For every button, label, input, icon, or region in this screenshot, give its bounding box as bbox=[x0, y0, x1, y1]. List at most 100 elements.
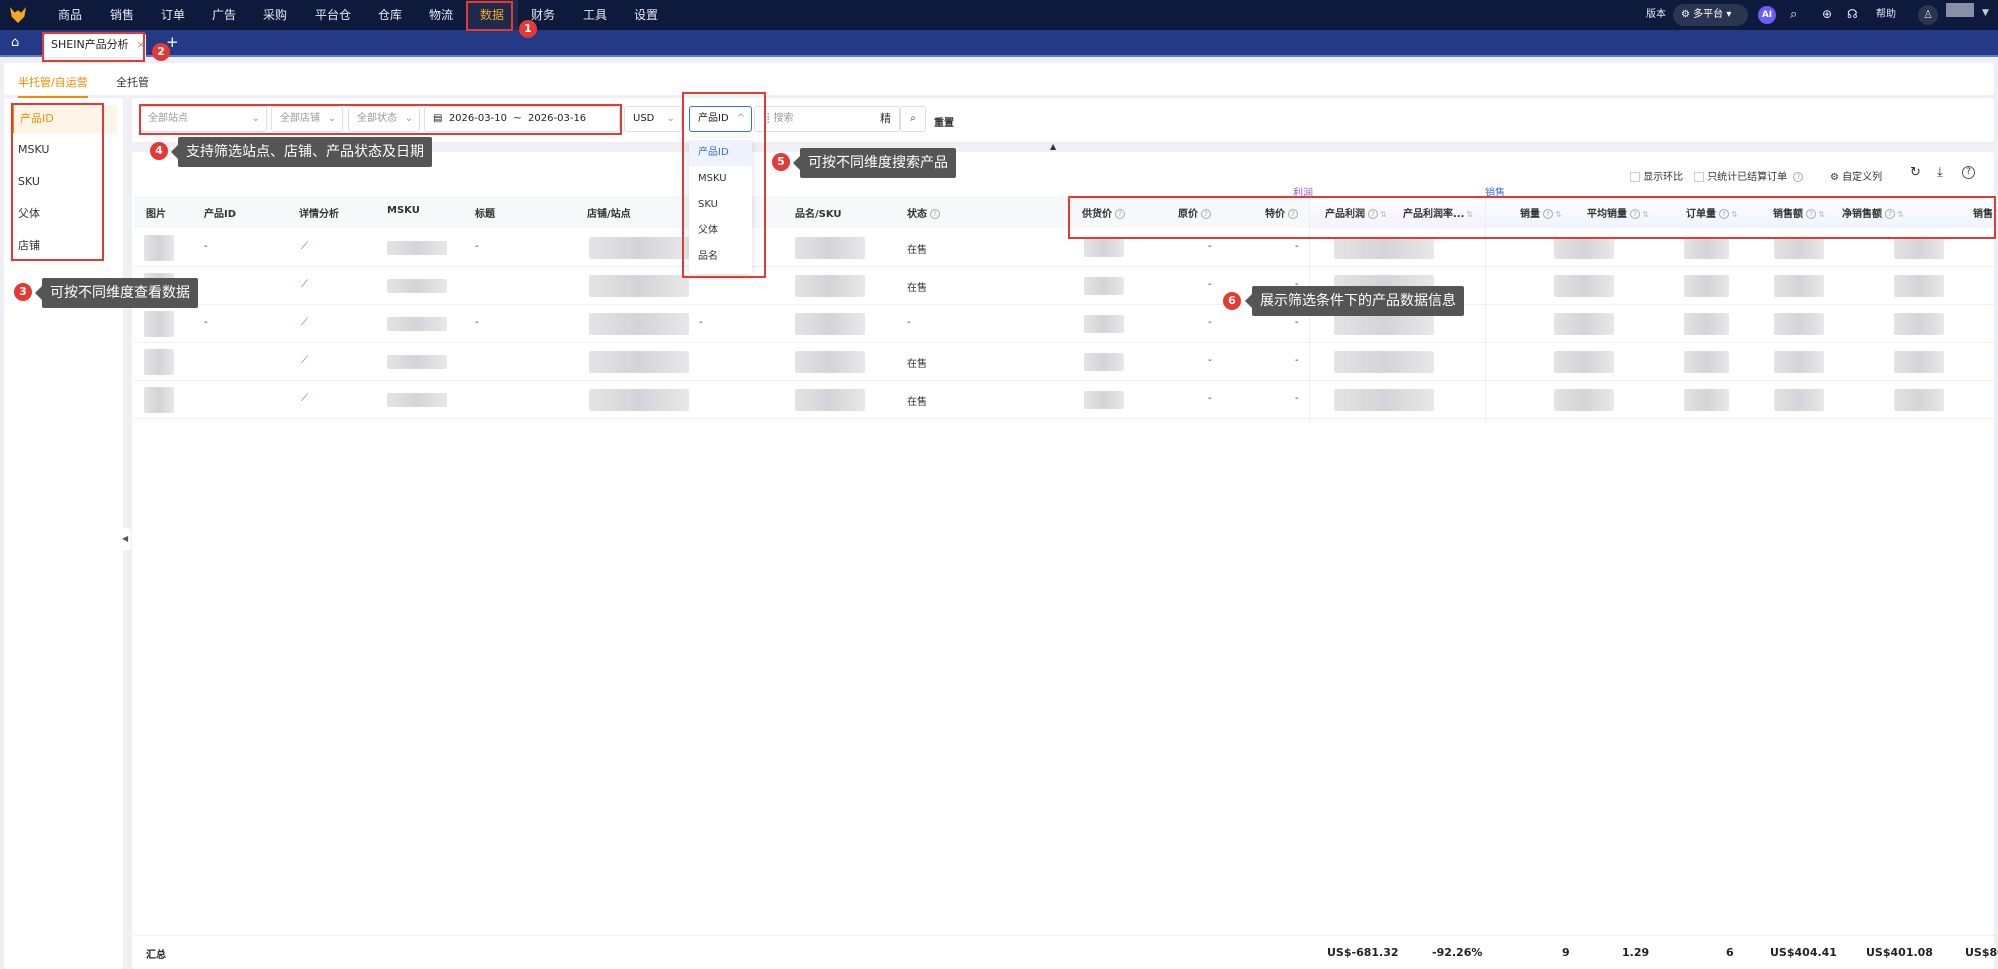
table-row[interactable]: ⟋ 在售 - - bbox=[134, 343, 1998, 381]
col-supply-price[interactable]: 供货价? bbox=[1082, 205, 1125, 220]
search-button[interactable]: ⌕ bbox=[900, 106, 926, 132]
chevron-down-icon: ⌄ bbox=[327, 113, 336, 124]
download-icon[interactable]: ⊕ bbox=[1822, 7, 1832, 21]
cell-msku-blurred bbox=[387, 393, 447, 407]
table-row[interactable]: ⟋ 在售 - - bbox=[134, 267, 1998, 305]
subtab-full-managed[interactable]: 全托管 bbox=[116, 74, 149, 90]
ai-button[interactable]: AI bbox=[1758, 6, 1776, 24]
dropdown-option-msku[interactable]: MSKU bbox=[689, 166, 752, 192]
trend-chart-icon[interactable]: ⟋ bbox=[301, 317, 308, 328]
annotation-badge-1: 1 bbox=[519, 20, 537, 38]
summary-margin: -92.26% bbox=[1432, 946, 1483, 959]
date-start[interactable]: 2026-03-10 bbox=[449, 113, 507, 124]
export-icon[interactable]: ⤓ bbox=[1937, 165, 1943, 180]
search-input[interactable]: ⣿ 搜索 精 bbox=[754, 106, 900, 132]
nav-warehouse[interactable]: 仓库 bbox=[378, 0, 402, 30]
show-mom-checkbox[interactable]: 显示环比 bbox=[1630, 168, 1683, 183]
col-sales-amount[interactable]: 销售额? ⇅ bbox=[1773, 205, 1825, 220]
nav-ads[interactable]: 广告 bbox=[212, 0, 236, 30]
exact-match-toggle[interactable]: 精 bbox=[880, 107, 891, 131]
custom-columns-button[interactable]: ⚙ 自定义列 bbox=[1830, 168, 1882, 183]
cell-net-blurred bbox=[1894, 313, 1944, 335]
col-status: 状态? bbox=[907, 205, 940, 220]
nav-data[interactable]: 数据 bbox=[466, 0, 519, 30]
cell-store-blurred bbox=[589, 389, 689, 411]
home-icon[interactable]: ⌂ bbox=[11, 35, 19, 50]
headset-icon[interactable]: ☊ bbox=[1847, 7, 1858, 21]
col-net-sales[interactable]: 净销售额? ⇅ bbox=[1842, 205, 1904, 220]
col-special-price[interactable]: 特价? bbox=[1265, 205, 1298, 220]
nav-settings[interactable]: 设置 bbox=[634, 0, 658, 30]
product-thumbnail[interactable] bbox=[144, 235, 174, 261]
table-row[interactable]: - ⟋ - 在售 - - bbox=[134, 229, 1998, 267]
trend-chart-icon[interactable]: ⟋ bbox=[301, 279, 308, 290]
cell-profit-blurred bbox=[1334, 389, 1434, 411]
product-thumbnail[interactable] bbox=[144, 349, 174, 375]
table-row[interactable]: ⟋ 在售 - - bbox=[134, 381, 1998, 419]
help-circle-icon[interactable]: ? bbox=[1962, 166, 1975, 179]
collapse-filter-handle[interactable]: ▲ bbox=[1050, 142, 1056, 151]
product-thumbnail[interactable] bbox=[144, 387, 174, 413]
annotation-badge-2: 2 bbox=[152, 43, 170, 61]
date-range-picker[interactable]: ▤ 2026-03-10 ~ 2026-03-16 bbox=[424, 106, 620, 132]
col-profit-margin[interactable]: 产品利润率... ⇅ bbox=[1403, 205, 1473, 220]
col-avg-quantity[interactable]: 平均销量? ⇅ bbox=[1587, 205, 1649, 220]
sidebar-item-product-id[interactable]: 产品ID bbox=[12, 105, 117, 133]
avatar[interactable]: ♙ bbox=[1918, 5, 1938, 25]
user-caret-icon[interactable]: ▼ bbox=[1982, 8, 1989, 18]
site-select[interactable]: 全部站点 ⌄ bbox=[139, 106, 267, 132]
trend-chart-icon[interactable]: ⟋ bbox=[301, 393, 308, 404]
col-msku: MSKU bbox=[387, 205, 420, 216]
search-dimension-select[interactable]: 产品ID ^ bbox=[689, 106, 752, 132]
dropdown-option-sku[interactable]: SKU bbox=[689, 192, 752, 218]
help-link[interactable]: 帮助 bbox=[1876, 0, 1896, 30]
settled-only-checkbox[interactable]: 只统计已结算订单 ? bbox=[1694, 168, 1804, 183]
nav-tools[interactable]: 工具 bbox=[583, 0, 607, 30]
currency-select[interactable]: USD ⌄ bbox=[624, 106, 682, 132]
cell-status: 在售 bbox=[907, 245, 927, 256]
logo-icon[interactable] bbox=[10, 7, 26, 23]
sidebar-item-parent[interactable]: 父体 bbox=[12, 200, 117, 228]
status-select[interactable]: 全部状态 ⌄ bbox=[348, 106, 420, 132]
platform-icon: ⚙ bbox=[1681, 9, 1690, 20]
nav-logistics[interactable]: 物流 bbox=[429, 0, 453, 30]
col-orders[interactable]: 订单量? ⇅ bbox=[1686, 205, 1738, 220]
version-label[interactable]: 版本 bbox=[1646, 0, 1666, 30]
cell-title: - bbox=[475, 317, 479, 328]
search-icon[interactable]: ⌕ bbox=[1790, 7, 1797, 22]
col-quantity[interactable]: 销量? ⇅ bbox=[1520, 205, 1562, 220]
refresh-icon[interactable]: ↻ bbox=[1910, 165, 1921, 180]
date-end[interactable]: 2026-03-16 bbox=[528, 113, 586, 124]
tab-shein-product-analysis[interactable]: SHEIN产品分析 × bbox=[44, 33, 146, 57]
collapse-handle[interactable]: ◀ bbox=[122, 528, 131, 550]
nav-orders[interactable]: 订单 bbox=[161, 0, 185, 30]
help-icon[interactable]: ? bbox=[1793, 172, 1804, 182]
annotation-tip-5: 可按不同维度搜索产品 bbox=[793, 148, 956, 178]
nav-goods[interactable]: 商品 bbox=[58, 0, 82, 30]
platform-label: 多平台 bbox=[1693, 9, 1724, 20]
summary-divider bbox=[134, 935, 1998, 936]
reset-button[interactable]: 重置 bbox=[934, 114, 954, 129]
col-original-price[interactable]: 原价? bbox=[1178, 205, 1211, 220]
nav-platform-warehouse[interactable]: 平台仓 bbox=[315, 0, 351, 30]
platform-switch[interactable]: ⚙ 多平台 ▾ bbox=[1673, 4, 1748, 26]
col-product-profit[interactable]: 产品利润? ⇅ bbox=[1325, 205, 1387, 220]
dropdown-option-product-id[interactable]: 产品ID bbox=[689, 140, 752, 166]
product-thumbnail[interactable] bbox=[144, 311, 174, 337]
tab-close-icon[interactable]: × bbox=[136, 38, 145, 51]
subtab-semi-managed[interactable]: 半托管/自运营 bbox=[18, 74, 88, 98]
trend-chart-icon[interactable]: ⟋ bbox=[301, 241, 308, 252]
col-product-id: 产品ID bbox=[204, 209, 237, 220]
sidebar-item-store[interactable]: 店铺 bbox=[12, 232, 117, 260]
sidebar-item-msku[interactable]: MSKU bbox=[12, 136, 117, 164]
nav-sales[interactable]: 销售 bbox=[110, 0, 134, 30]
trend-chart-icon[interactable]: ⟋ bbox=[301, 355, 308, 366]
tab-label: SHEIN产品分析 bbox=[51, 38, 129, 51]
sidebar-item-sku[interactable]: SKU bbox=[12, 168, 117, 196]
dropdown-option-product-name[interactable]: 品名 bbox=[689, 244, 752, 270]
dropdown-option-parent[interactable]: 父体 bbox=[689, 218, 752, 244]
table-row[interactable]: - ⟋ - - - - - bbox=[134, 305, 1998, 343]
store-select[interactable]: 全部店铺 ⌄ bbox=[271, 106, 343, 132]
nav-purchase[interactable]: 采购 bbox=[263, 0, 287, 30]
cell-orders-blurred bbox=[1684, 237, 1729, 259]
